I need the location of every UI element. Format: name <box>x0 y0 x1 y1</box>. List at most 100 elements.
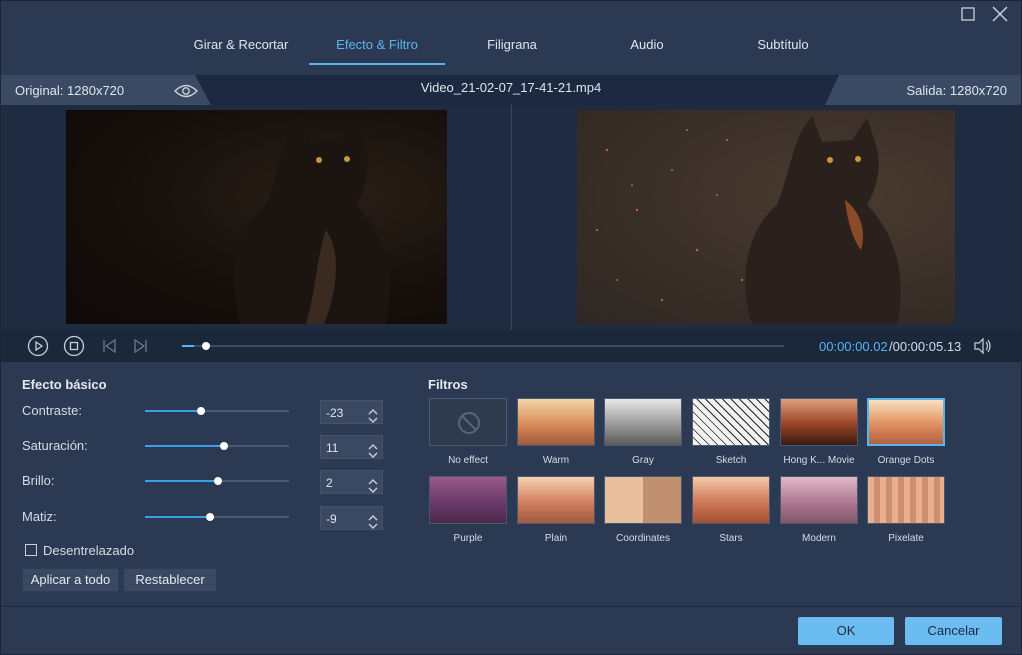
filter-item[interactable]: Plain <box>517 476 595 546</box>
tab-watermark[interactable]: Filigrana <box>473 29 551 65</box>
brightness-slider-fill <box>145 480 219 482</box>
no-effect-icon[interactable] <box>429 398 507 446</box>
saturation-slider-fill <box>145 445 225 447</box>
next-frame-icon[interactable] <box>129 335 151 357</box>
filter-thumbnail[interactable] <box>604 476 682 524</box>
brightness-slider[interactable] <box>145 477 289 485</box>
effect-filter-window: Girar & Recortar Efecto & Filtro Filigra… <box>0 0 1022 655</box>
spin-up-icon[interactable] <box>368 439 378 450</box>
play-icon[interactable] <box>27 335 49 357</box>
hue-slider-handle[interactable] <box>205 513 214 521</box>
contrast-slider-handle[interactable] <box>197 407 206 415</box>
filter-thumbnail[interactable] <box>867 476 945 524</box>
video-filename: Video_21-02-07_17-41-21.mp4 <box>420 80 602 95</box>
filter-item[interactable]: Hong K... Movie <box>780 398 858 468</box>
original-resolution: Original: 1280x720 <box>15 83 125 98</box>
ok-button[interactable]: OK <box>798 617 894 645</box>
saturation-value[interactable]: 11 <box>326 441 338 455</box>
spin-up-icon[interactable] <box>368 474 378 485</box>
deinterlace-checkbox[interactable] <box>25 544 37 556</box>
cancel-button[interactable]: Cancelar <box>905 617 1002 645</box>
saturation-slider-handle[interactable] <box>220 442 229 450</box>
preview-divider <box>511 105 512 330</box>
tab-subtitle[interactable]: Subtítulo <box>745 29 821 65</box>
footer-divider <box>1 606 1021 607</box>
stop-icon[interactable] <box>63 335 85 357</box>
contrast-label: Contraste: <box>22 403 82 418</box>
volume-icon[interactable] <box>973 337 993 355</box>
filter-name: Coordinates <box>616 533 670 544</box>
playback-bar: 00:00:00.02 /00:00:05.13 <box>1 330 1021 362</box>
filter-name: Sketch <box>715 455 747 466</box>
spin-down-icon[interactable] <box>368 412 378 423</box>
saturation-spinbox[interactable]: 11 <box>320 435 383 459</box>
tab-effect-filter[interactable]: Efecto & Filtro <box>309 29 445 65</box>
basic-effect-title: Efecto básico <box>22 377 107 392</box>
filter-item[interactable]: Purple <box>429 476 507 546</box>
current-time: 00:00:00.02 <box>819 339 888 354</box>
filter-name: Pixelate <box>888 533 924 544</box>
filter-item[interactable]: Gray <box>604 398 682 468</box>
tab-bar: Girar & Recortar Efecto & Filtro Filigra… <box>1 29 1021 65</box>
preview-area <box>1 105 1021 330</box>
hue-spinbox[interactable]: -9 <box>320 506 383 530</box>
hue-slider-fill <box>145 516 210 518</box>
filter-item[interactable]: Stars <box>692 476 770 546</box>
filter-name: Plain <box>544 533 568 544</box>
reset-button[interactable]: Restablecer <box>123 568 217 592</box>
original-video-preview <box>66 110 447 324</box>
spin-up-icon[interactable] <box>368 404 378 415</box>
filter-thumbnail[interactable] <box>867 398 945 446</box>
filter-thumbnail[interactable] <box>780 476 858 524</box>
filter-name: Modern <box>802 533 836 544</box>
filter-name: Warm <box>542 455 570 466</box>
tab-rotate-crop[interactable]: Girar & Recortar <box>181 29 301 65</box>
filter-thumbnail[interactable] <box>429 476 507 524</box>
filters-title: Filtros <box>428 377 468 392</box>
deinterlace-label: Desentrelazado <box>43 543 135 558</box>
hue-slider[interactable] <box>145 513 289 521</box>
filter-name: Hong K... Movie <box>783 455 855 466</box>
eye-icon[interactable] <box>173 83 199 99</box>
timeline-handle[interactable] <box>202 342 211 350</box>
filter-thumbnail[interactable] <box>692 476 770 524</box>
filter-name: Stars <box>719 533 743 544</box>
hue-value[interactable]: -9 <box>326 512 337 526</box>
spin-down-icon[interactable] <box>368 447 378 458</box>
filter-thumbnail[interactable] <box>517 476 595 524</box>
spin-down-icon[interactable] <box>368 518 378 529</box>
output-video-preview <box>577 110 955 324</box>
filter-item[interactable]: Modern <box>780 476 858 546</box>
filter-thumbnail[interactable] <box>604 398 682 446</box>
close-icon[interactable] <box>990 5 1010 23</box>
contrast-slider[interactable] <box>145 407 289 415</box>
tab-audio[interactable]: Audio <box>615 29 679 65</box>
filter-item[interactable]: Pixelate <box>867 476 945 546</box>
saturation-slider[interactable] <box>145 442 289 450</box>
filter-item[interactable]: Coordinates <box>604 476 682 546</box>
filter-name: Orange Dots <box>877 455 935 466</box>
contrast-spinbox[interactable]: -23 <box>320 400 383 424</box>
previous-frame-icon[interactable] <box>99 335 121 357</box>
brightness-value[interactable]: 2 <box>326 476 333 490</box>
filter-item[interactable]: Sketch <box>692 398 770 468</box>
output-resolution: Salida: 1280x720 <box>906 83 1007 98</box>
apply-to-all-button[interactable]: Aplicar a todo <box>22 568 119 592</box>
spin-up-icon[interactable] <box>368 510 378 521</box>
contrast-value[interactable]: -23 <box>326 406 343 420</box>
brightness-spinbox[interactable]: 2 <box>320 470 383 494</box>
filter-thumbnail[interactable] <box>517 398 595 446</box>
filter-item[interactable]: No effect <box>429 398 507 468</box>
hue-label: Matiz: <box>22 509 57 524</box>
filter-name: Purple <box>453 533 483 544</box>
brightness-slider-handle[interactable] <box>214 477 223 485</box>
timeline-progress <box>182 345 195 347</box>
filter-item[interactable]: Orange Dots <box>867 398 945 468</box>
timeline-track[interactable] <box>182 342 784 350</box>
spin-down-icon[interactable] <box>368 482 378 493</box>
brightness-label: Brillo: <box>22 473 55 488</box>
filter-item[interactable]: Warm <box>517 398 595 468</box>
maximize-icon[interactable] <box>958 5 978 23</box>
filter-thumbnail[interactable] <box>692 398 770 446</box>
filter-thumbnail[interactable] <box>780 398 858 446</box>
